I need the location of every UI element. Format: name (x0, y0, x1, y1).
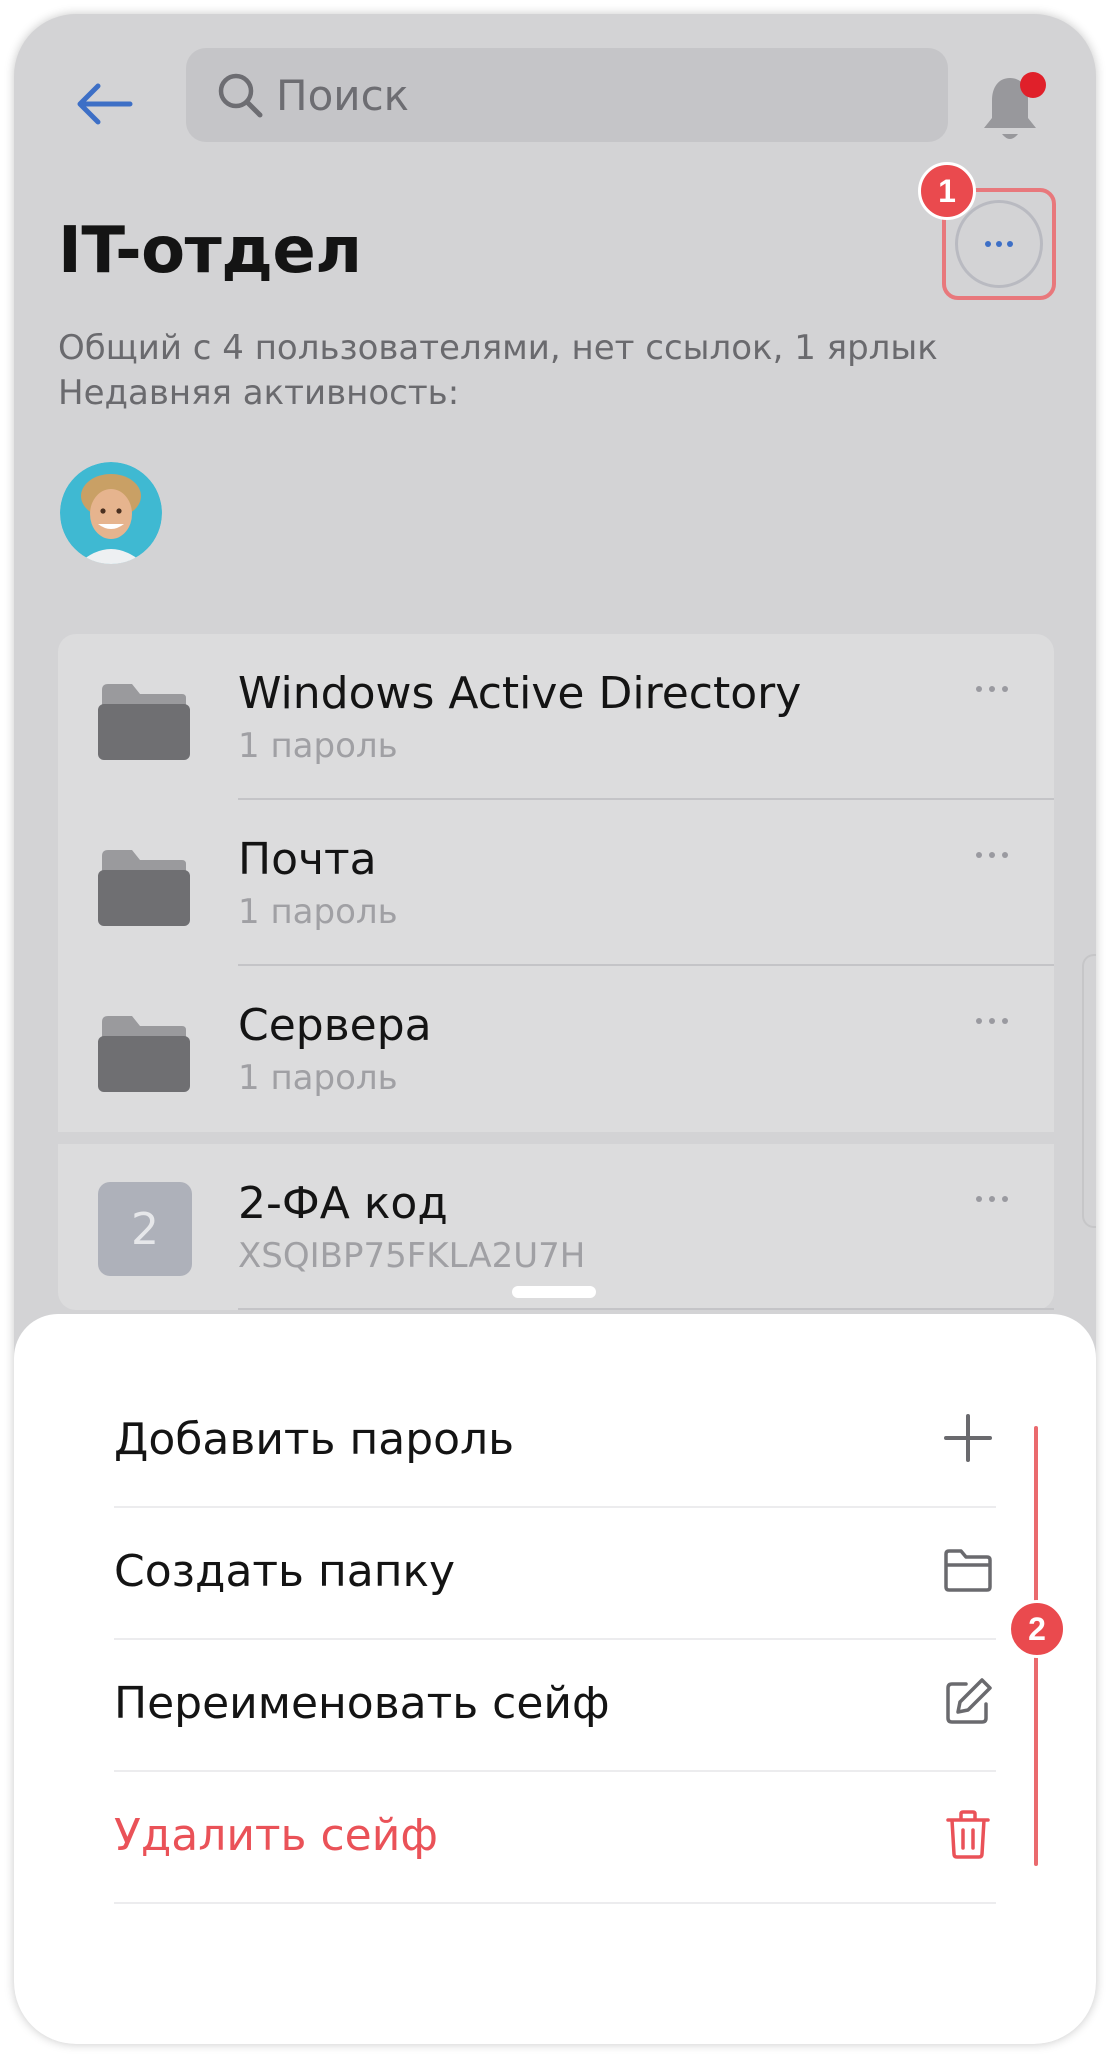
annotation-badge-1: 1 (918, 162, 976, 220)
item-name: Почта (238, 834, 377, 885)
delete-vault-item[interactable]: Удалить сейф (114, 1770, 996, 1904)
divider (238, 1308, 1054, 1310)
folder-icon (98, 684, 190, 760)
phone-screen: Поиск IT-отдел 1 Общий с 4 пользователям… (14, 14, 1096, 2044)
item-name: Сервера (238, 1000, 432, 1051)
trash-icon (946, 1810, 990, 1859)
page-title: IT-отдел (58, 214, 362, 288)
search-icon (218, 73, 263, 118)
item-more-icon[interactable] (976, 1018, 1008, 1024)
item-more-icon[interactable] (976, 852, 1008, 858)
twofa-code: XSQIBP75FKLA2U7H (238, 1236, 586, 1276)
item-name: Windows Active Directory (238, 668, 802, 719)
notifications-button[interactable] (974, 64, 1054, 154)
annotation-badge-2: 2 (1008, 1600, 1066, 1658)
recent-activity-label: Недавняя активность: (58, 373, 460, 413)
user-avatar-image (60, 462, 162, 564)
vault-sharing-info: Общий с 4 пользователями, нет ссылок, 1 … (58, 328, 938, 368)
vault-items-list: Windows Active Directory 1 пароль Почта … (58, 634, 1054, 1310)
edit-icon (946, 1678, 992, 1724)
item-count: 1 пароль (238, 726, 398, 766)
folder-outline-icon (944, 1549, 992, 1592)
item-more-icon[interactable] (976, 1196, 1008, 1202)
search-placeholder: Поиск (276, 70, 410, 120)
more-dots-icon (955, 200, 1043, 288)
twofa-tile-icon: 2 (98, 1182, 192, 1276)
vault-info: Общий с 4 пользователями, нет ссылок, 1 … (58, 326, 938, 416)
search-input[interactable]: Поиск (186, 48, 948, 142)
add-password-label: Добавить пароль (114, 1414, 515, 1465)
list-item[interactable]: Сервера 1 пароль (58, 966, 1054, 1132)
sheet-drag-handle[interactable] (512, 1286, 596, 1298)
back-button[interactable] (64, 64, 144, 144)
add-password-item[interactable]: Добавить пароль (114, 1374, 996, 1508)
avatar[interactable] (60, 462, 162, 564)
item-more-icon[interactable] (976, 686, 1008, 692)
side-scroll-hint (1082, 954, 1096, 1228)
delete-vault-label: Удалить сейф (114, 1810, 438, 1861)
create-folder-item[interactable]: Создать папку (114, 1506, 996, 1640)
list-item[interactable]: Почта 1 пароль (58, 800, 1054, 966)
section-gap (58, 1132, 1054, 1144)
item-count: 1 пароль (238, 1058, 398, 1098)
rename-vault-label: Переименовать сейф (114, 1678, 610, 1729)
create-folder-label: Создать папку (114, 1546, 456, 1597)
plus-icon (944, 1414, 992, 1462)
arrow-left-icon (77, 83, 133, 125)
item-count: 1 пароль (238, 892, 398, 932)
notification-dot (1020, 72, 1046, 98)
actions-bottom-sheet: Добавить пароль Создать папку Переименов… (14, 1314, 1096, 2044)
folder-icon (98, 1016, 190, 1092)
item-name: 2-ФА код (238, 1178, 448, 1229)
list-item[interactable]: Windows Active Directory 1 пароль (58, 634, 1054, 800)
folder-icon (98, 850, 190, 926)
rename-vault-item[interactable]: Переименовать сейф (114, 1638, 996, 1772)
